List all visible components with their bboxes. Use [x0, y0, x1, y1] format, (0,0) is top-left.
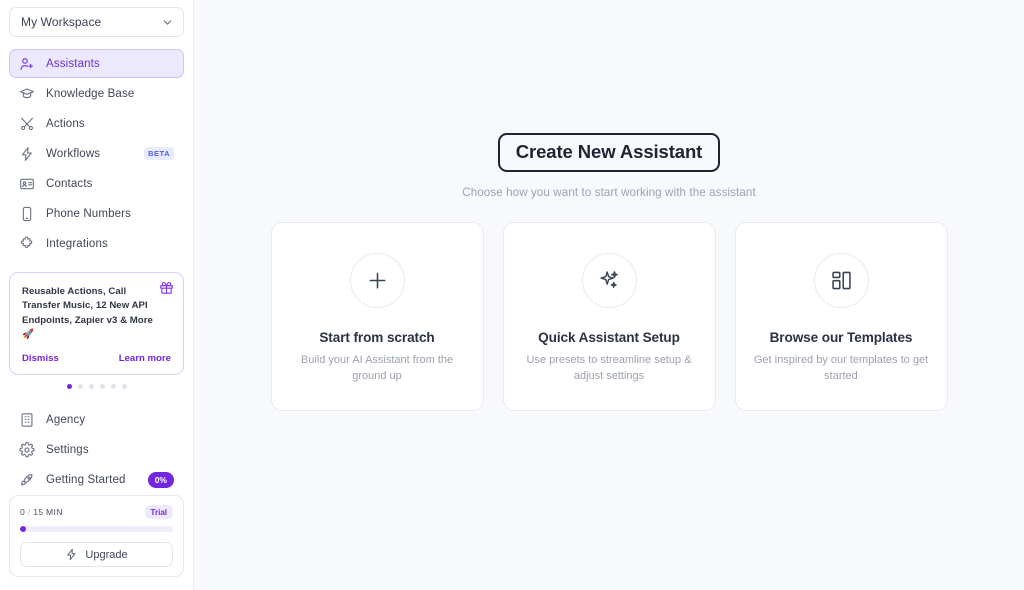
- usage-card: 0 / 15 MIN Trial Upgrade: [9, 495, 184, 578]
- app-root: My Workspace Assistants Knowledge Base A…: [0, 0, 1024, 590]
- usage-progress-fill: [20, 526, 27, 533]
- card-start-from-scratch[interactable]: Start from scratch Build your AI Assista…: [270, 222, 484, 411]
- promo-card[interactable]: Reusable Actions, Call Transfer Music, 1…: [9, 272, 184, 376]
- card-description: Get inspired by our templates to get sta…: [753, 354, 929, 382]
- card-title: Browse our Templates: [769, 330, 913, 345]
- card-description: Build your AI Assistant from the ground …: [300, 354, 454, 382]
- sidebar-item-actions[interactable]: Actions: [9, 109, 184, 138]
- usage-header: 0 / 15 MIN Trial: [20, 505, 173, 520]
- page-subtitle: Choose how you want to start working wit…: [462, 186, 756, 199]
- sidebar-item-label: Contacts: [46, 177, 93, 190]
- workspace-selector[interactable]: My Workspace: [9, 7, 184, 37]
- sidebar-item-knowledge-base[interactable]: Knowledge Base: [9, 79, 184, 108]
- sidebar-item-contacts[interactable]: Contacts: [9, 169, 184, 198]
- gear-icon: [19, 441, 35, 458]
- option-cards: Start from scratch Build your AI Assista…: [270, 222, 948, 411]
- sidebar-item-label: Knowledge Base: [46, 87, 135, 100]
- chevron-down-icon: [163, 19, 172, 25]
- workspace-label: My Workspace: [21, 15, 102, 29]
- primary-nav: Assistants Knowledge Base Actions Workfl…: [0, 37, 193, 259]
- usage-used: 0: [20, 507, 26, 518]
- secondary-nav: Agency Settings Getting Started 0%: [0, 389, 193, 495]
- sidebar-item-label: Workflows: [46, 147, 101, 160]
- puzzle-icon: [19, 236, 35, 252]
- sidebar-item-workflows[interactable]: Workflows BETA: [9, 139, 184, 168]
- promo-learn-more-link[interactable]: Learn more: [119, 353, 171, 364]
- page-title: Create New Assistant: [515, 141, 703, 162]
- usage-section: 0 / 15 MIN Trial Upgrade: [0, 495, 193, 578]
- rocket-icon: [19, 472, 35, 488]
- sidebar-item-label: Assistants: [46, 57, 100, 70]
- sidebar-item-label: Agency: [46, 413, 86, 426]
- sidebar-item-settings[interactable]: Settings: [9, 435, 184, 464]
- user-plus-icon: [19, 56, 35, 72]
- sidebar-item-getting-started[interactable]: Getting Started 0%: [9, 465, 184, 494]
- card-quick-assistant-setup[interactable]: Quick Assistant Setup Use presets to str…: [502, 222, 716, 411]
- sidebar-item-integrations[interactable]: Integrations: [9, 229, 184, 258]
- usage-progress-bar: [20, 526, 173, 533]
- upgrade-button[interactable]: Upgrade: [20, 542, 173, 568]
- sidebar-item-label: Getting Started: [46, 473, 126, 486]
- plan-badge: Trial: [144, 505, 173, 520]
- promo-section: Reusable Actions, Call Transfer Music, 1…: [0, 259, 193, 390]
- sidebar-item-label: Actions: [46, 117, 85, 130]
- sidebar-item-label: Phone Numbers: [46, 207, 132, 220]
- beta-badge: BETA: [144, 147, 174, 160]
- upgrade-label: Upgrade: [85, 548, 128, 561]
- main-content: Create New Assistant Choose how you want…: [194, 0, 1024, 590]
- plus-icon: [349, 253, 405, 308]
- building-icon: [19, 412, 35, 428]
- id-card-icon: [19, 176, 35, 192]
- usage-separator: /: [27, 507, 31, 518]
- lightning-icon: [19, 146, 35, 162]
- promo-dismiss-link[interactable]: Dismiss: [22, 353, 59, 364]
- promo-text: Reusable Actions, Call Transfer Music, 1…: [22, 286, 153, 340]
- card-browse-our-templates[interactable]: Browse our Templates Get inspired by our…: [734, 222, 948, 411]
- tools-icon: [19, 116, 35, 132]
- usage-minutes: 0 / 15 MIN: [20, 507, 63, 517]
- sidebar-item-agency[interactable]: Agency: [9, 405, 184, 434]
- phone-icon: [19, 206, 35, 222]
- usage-limit: 15 MIN: [33, 507, 63, 518]
- lightning-icon: [65, 548, 78, 561]
- card-description: Use presets to streamline setup & adjust…: [526, 354, 692, 382]
- sidebar: My Workspace Assistants Knowledge Base A…: [0, 0, 194, 590]
- gift-icon: [160, 281, 173, 294]
- sparkles-icon: [581, 253, 637, 308]
- sidebar-item-label: Integrations: [46, 237, 108, 250]
- page-title-box: Create New Assistant: [497, 133, 721, 172]
- graduation-cap-icon: [19, 86, 35, 102]
- workspace-section: My Workspace: [0, 0, 193, 37]
- card-title: Quick Assistant Setup: [538, 330, 680, 345]
- card-title: Start from scratch: [319, 330, 435, 345]
- sidebar-item-label: Settings: [46, 443, 89, 456]
- sidebar-item-phone-numbers[interactable]: Phone Numbers: [9, 199, 184, 228]
- promo-actions: Dismiss Learn more: [22, 353, 171, 364]
- layout-grid-icon: [813, 253, 869, 308]
- progress-badge: 0%: [147, 471, 174, 488]
- sidebar-item-assistants[interactable]: Assistants: [9, 49, 184, 78]
